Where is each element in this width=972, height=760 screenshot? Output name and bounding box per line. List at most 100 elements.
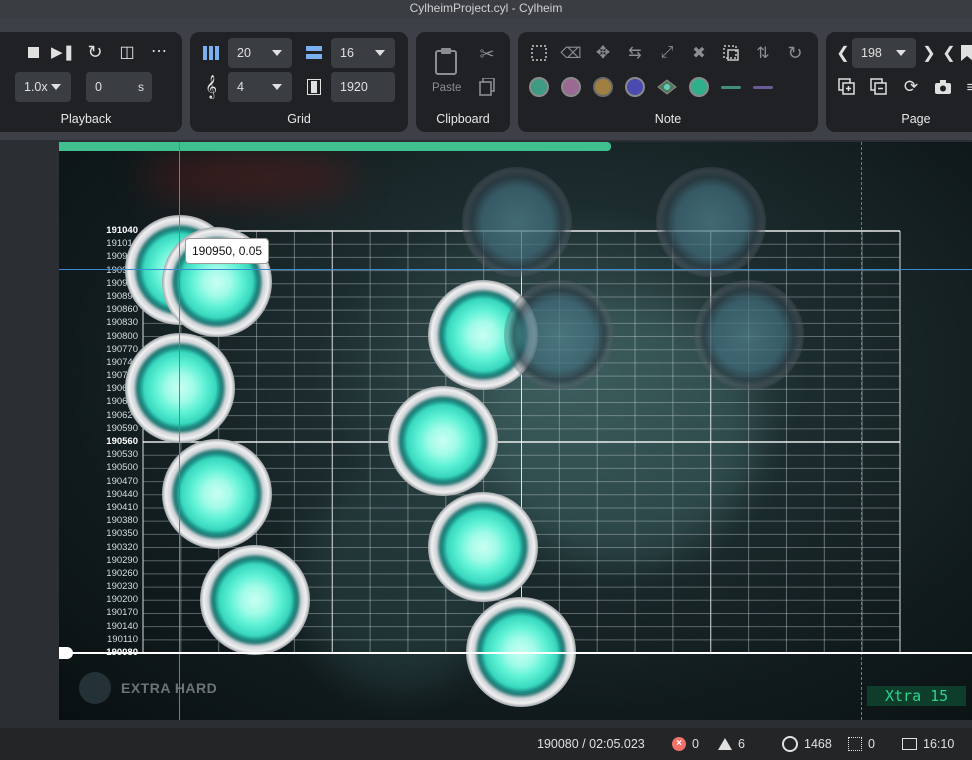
flip-icon[interactable]: ⇆ — [624, 42, 646, 64]
playback-group: ▶❚ ↻ ◫ ⋯ 1.0x 0s Playback — [0, 32, 182, 132]
page-rotate-icon[interactable]: ⟳ — [900, 76, 922, 98]
aspect-value: 16:10 — [923, 737, 955, 751]
group-icon[interactable] — [720, 42, 742, 64]
tick-label: 190200 — [106, 594, 138, 606]
resolution-value: 1920 — [340, 80, 368, 94]
more-icon[interactable]: ⋯ — [148, 40, 170, 62]
swap-vertical-icon[interactable]: ⇅ — [752, 42, 774, 64]
tick-label: 190350 — [106, 528, 138, 540]
error-count[interactable]: × 0 — [672, 728, 699, 760]
tick-label: 190530 — [106, 449, 138, 461]
tap-note[interactable] — [200, 545, 310, 655]
error-count-value: 0 — [692, 737, 699, 751]
position-tooltip: 190950, 0.05 — [185, 238, 270, 264]
tick-label: 190830 — [106, 317, 138, 329]
paste-label: Paste — [432, 82, 462, 94]
tick-label: 190260 — [106, 567, 138, 579]
status-bar: 190080 / 02:05.023 × 0 6 1468 0 16:10 — [0, 728, 972, 760]
flick-note-icon[interactable] — [656, 76, 678, 98]
tick-label: 190410 — [106, 501, 138, 513]
difficulty-text: EXTRA HARD — [121, 680, 218, 696]
restart-icon[interactable]: ↻ — [84, 41, 106, 63]
clipboard-label: Clipboard — [436, 112, 490, 126]
ghost-note — [462, 167, 572, 277]
drag-note-icon[interactable] — [624, 76, 646, 98]
camera-icon[interactable] — [932, 76, 954, 98]
page-more-icon[interactable]: ≡ — [960, 76, 972, 98]
drag-child-icon[interactable] — [720, 76, 742, 98]
tick-label: 190140 — [106, 620, 138, 632]
rows-icon — [303, 42, 325, 64]
scissors-icon[interactable]: ✂ — [476, 43, 498, 65]
eraser-icon[interactable]: ⌫ — [560, 42, 582, 64]
rotate-icon[interactable]: ↻ — [784, 42, 806, 64]
note-count: 1468 — [782, 728, 832, 760]
difficulty-icon — [79, 672, 111, 704]
grid-icon — [848, 737, 862, 751]
grid-count-value: 0 — [868, 737, 875, 751]
note-group: ⌫ ✥ ⇆ ⤢ ✖ ⇅ ↻ Note — [518, 32, 818, 132]
ghost-note — [504, 280, 614, 390]
ghost-note — [694, 280, 804, 390]
tick-label: 190110 — [107, 633, 138, 645]
step-forward-icon[interactable]: ▶❚ — [51, 41, 75, 63]
grid-label: Grid — [287, 112, 311, 126]
grid-columns-value: 20 — [237, 46, 251, 60]
playhead-handle[interactable] — [59, 647, 73, 659]
tick-label: 190800 — [106, 330, 138, 342]
bookmark-icon[interactable] — [956, 42, 972, 64]
prev-page-icon[interactable]: ❮ — [832, 42, 854, 64]
page-number: 198 — [861, 46, 882, 60]
speed-select[interactable]: 1.0x — [15, 72, 71, 102]
tap-note[interactable] — [125, 333, 235, 443]
clipboard-group: Paste ✂ Clipboard — [416, 32, 510, 132]
tick-label: 190290 — [106, 554, 138, 566]
note-count-value: 1468 — [804, 737, 832, 751]
beats-select[interactable]: 4 — [228, 72, 292, 102]
stop-icon[interactable] — [22, 41, 44, 63]
level-badge: Xtra 15 — [867, 686, 967, 706]
difficulty-badge — [79, 672, 115, 708]
page-label: Page — [901, 112, 931, 126]
aspect-readout: 16:10 — [902, 728, 954, 760]
copy-icon[interactable] — [476, 76, 498, 98]
hold-note-icon[interactable] — [560, 76, 582, 98]
tap-note[interactable] — [388, 386, 498, 496]
resolution-input[interactable]: 1920 — [331, 72, 395, 102]
tick-label: 190590 — [106, 422, 138, 434]
tap-note[interactable] — [428, 492, 538, 602]
toolbar-ribbon: ▶❚ ↻ ◫ ⋯ 1.0x 0s Playback 20 16 𝄞 4 1920… — [0, 18, 972, 140]
next-page-icon[interactable]: ❯ — [918, 42, 940, 64]
tick-label: 190170 — [106, 607, 138, 619]
grid-rows-select[interactable]: 16 — [331, 38, 395, 68]
tick-label: 191040 — [106, 225, 138, 236]
click-drag-note-icon[interactable] — [688, 76, 710, 98]
warning-count[interactable]: 6 — [718, 728, 745, 760]
presentation-icon[interactable]: ◫ — [116, 41, 138, 63]
select-rect-icon[interactable] — [528, 42, 550, 64]
long-hold-note-icon[interactable] — [592, 76, 614, 98]
page-select[interactable]: 198 — [852, 38, 916, 68]
remove-page-icon[interactable] — [868, 76, 890, 98]
move-icon[interactable]: ✥ — [592, 42, 614, 64]
grid-count: 0 — [848, 728, 875, 760]
tick-label: 190320 — [106, 541, 138, 553]
click-drag-child-icon[interactable] — [752, 76, 774, 98]
tap-note-icon[interactable] — [528, 76, 550, 98]
tick-label: 190500 — [106, 462, 138, 474]
columns-icon — [200, 42, 222, 64]
grid-group: 20 16 𝄞 4 1920 Grid — [190, 32, 408, 132]
add-page-icon[interactable] — [836, 76, 858, 98]
grid-columns-select[interactable]: 20 — [228, 38, 292, 68]
offset-input[interactable]: 0s — [86, 72, 152, 102]
resize-icon[interactable]: ⤢ — [656, 42, 678, 64]
tick-label: 190770 — [106, 343, 138, 355]
crosshair-vertical — [179, 142, 180, 720]
treble-clef-icon: 𝄞 — [205, 75, 217, 98]
position-readout: 190080 / 02:05.023 — [537, 728, 645, 760]
clipboard-icon[interactable] — [432, 46, 460, 76]
chart-canvas[interactable]: 191040 191010 190980 190950 190920 190890 1908… — [59, 142, 972, 720]
note-label: Note — [654, 112, 682, 126]
tick-label: 190230 — [106, 581, 138, 593]
split-icon[interactable]: ✖ — [688, 42, 710, 64]
